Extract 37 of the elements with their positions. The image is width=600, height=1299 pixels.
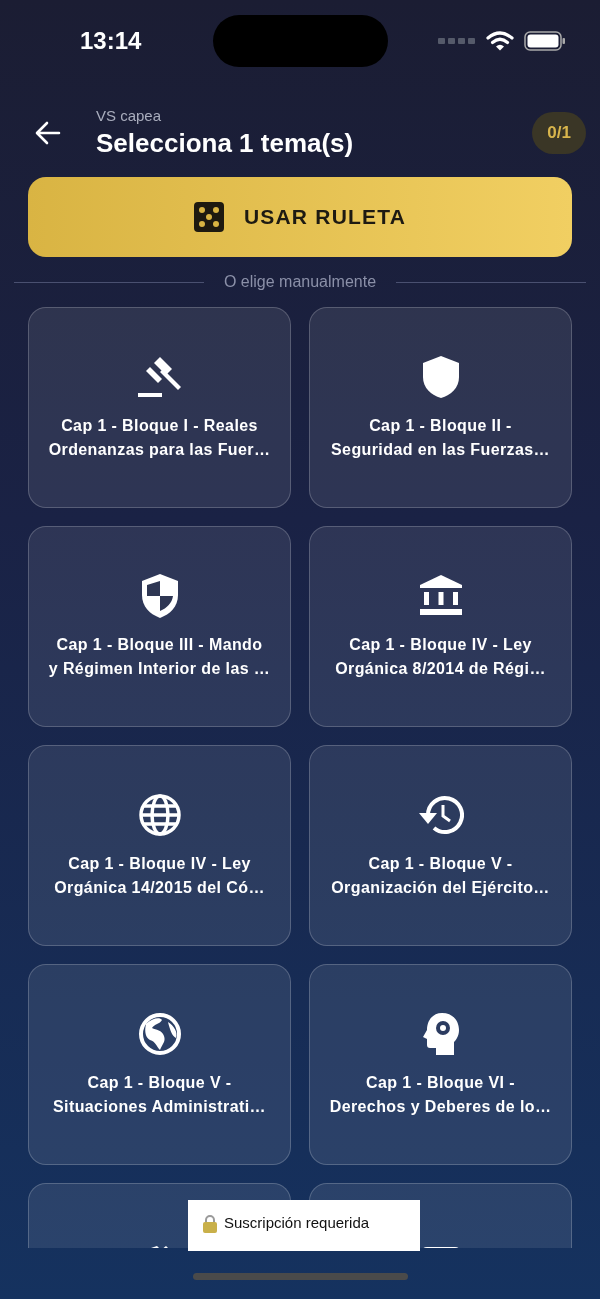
topic-title: Cap 1 - Bloque II - Seguridad en las Fuerzas…	[331, 416, 550, 460]
topic-title: Cap 1 - Bloque V - Organización del Ejército…	[331, 854, 550, 898]
earth-icon	[137, 1012, 182, 1056]
topic-title: Cap 1 - Bloque IV - Ley Orgánica 8/2014 de Régi…	[335, 635, 546, 679]
battery-icon	[524, 31, 566, 51]
topic-title: Cap 1 - Bloque III - Mando y Régimen Interior de las …	[48, 635, 271, 679]
divider-label: O elige manualmente	[223, 273, 377, 291]
toast-text: Suscripción requerida	[224, 1214, 370, 1231]
roulette-button[interactable]: USAR RULETA	[28, 177, 572, 257]
gavel-icon	[137, 355, 182, 399]
topic-card[interactable]: Cap 1 - Bloque I - Reales Ordenanzas para las Fuer…	[28, 307, 291, 508]
topic-card[interactable]: Cap 1 - Bloque IV - Ley Orgánica 8/2014 de Régi…	[309, 526, 572, 727]
globe-icon	[137, 793, 182, 837]
shield-icon	[139, 573, 180, 619]
signal-icon	[438, 38, 476, 44]
topic-card[interactable]: Cap 1 - Bloque II - Seguridad en las Fuerzas…	[309, 307, 572, 508]
topic-card[interactable]: Cap 1 - Bloque VI - Derechos y Deberes de lo…	[309, 964, 572, 1165]
topic-card[interactable]: Cap 1 - Bloque V - Situaciones Administrati…	[28, 964, 291, 1165]
topic-title: Cap 1 - Bloque V - Situaciones Administrati…	[53, 1073, 266, 1117]
topic-title: Cap 1 - Bloque I - Reales Ordenanzas para las Fuer…	[48, 416, 271, 460]
subtitle: VS capea	[96, 107, 163, 124]
topic-title: Cap 1 - Bloque VI - Derechos y Deberes de lo…	[329, 1073, 552, 1117]
bank-icon	[418, 574, 463, 618]
back-icon[interactable]	[34, 119, 62, 147]
topic-card[interactable]: Cap 1 - Bloque V - Organización del Ejército…	[309, 745, 572, 946]
topic-card[interactable]: Cap 1 - Bloque IV - Ley Orgánica 14/2015 del Có…	[28, 745, 291, 946]
shield-icon	[420, 355, 461, 399]
wifi-icon	[486, 31, 514, 51]
history-icon	[417, 793, 464, 837]
topic-title: Cap 1 - Bloque IV - Ley Orgánica 14/2015 del Có…	[54, 854, 265, 898]
page-title: Selecciona 1 tema(s)	[96, 128, 354, 159]
dice-icon	[193, 202, 224, 232]
head-gear-icon	[421, 1012, 460, 1056]
topic-card[interactable]: Cap 1 - Bloque III - Mando y Régimen Interior de las …	[28, 526, 291, 727]
lock-icon	[202, 1214, 218, 1233]
selection-counter: 0/1	[532, 112, 586, 154]
status-time: 13:14	[80, 27, 143, 55]
